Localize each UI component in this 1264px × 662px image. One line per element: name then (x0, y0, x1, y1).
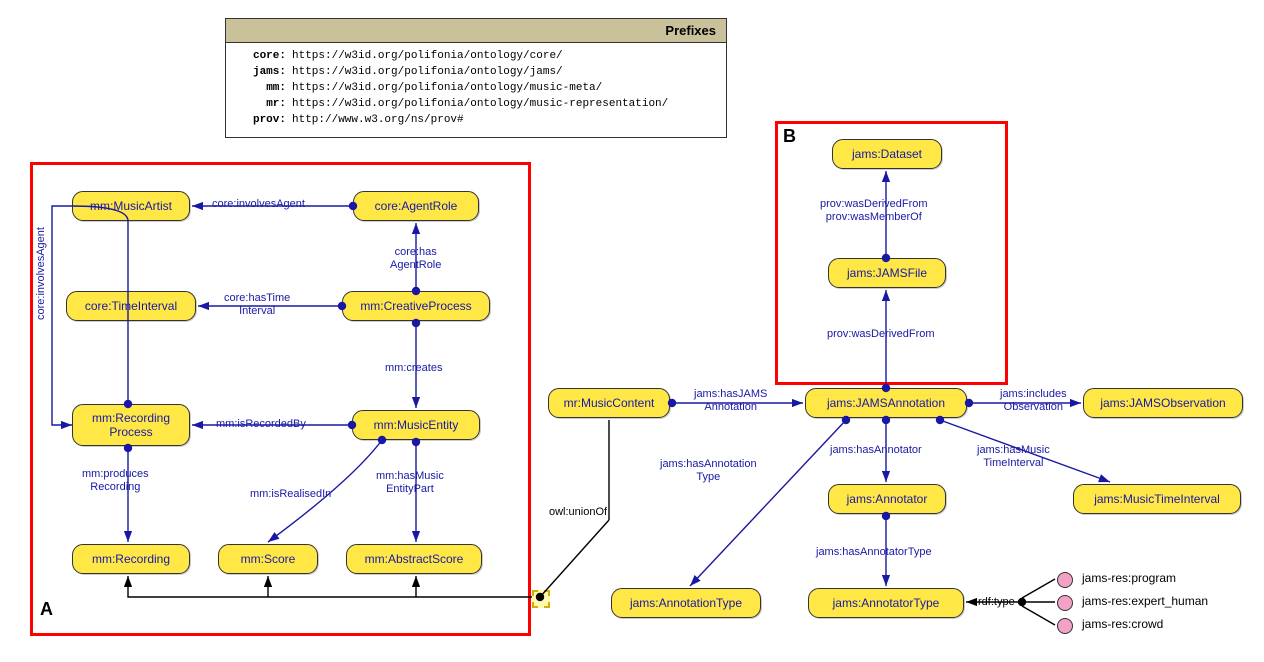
edge-has-annotator-type: jams:hasAnnotatorType (816, 546, 932, 559)
node-score: mm:Score (218, 544, 318, 574)
node-abstract-score: mm:AbstractScore (346, 544, 482, 574)
prefix-box: Prefixes core:https://w3id.org/polifonia… (225, 18, 727, 138)
region-a-label: A (40, 599, 53, 620)
prefix-url: https://w3id.org/polifonia/ontology/musi… (292, 82, 602, 94)
prefix-url: https://w3id.org/polifonia/ontology/core… (292, 50, 563, 62)
edge-has-annotator: jams:hasAnnotator (830, 444, 922, 457)
node-recording-process: mm:Recording Process (72, 404, 190, 446)
node-jams-annotation: jams:JAMSAnnotation (805, 388, 967, 418)
prefix-url: https://w3id.org/polifonia/ontology/musi… (292, 98, 668, 110)
prefix-row: mm:https://w3id.org/polifonia/ontology/m… (236, 81, 716, 97)
prefix-key: jams: (236, 65, 292, 81)
prefix-row: prov:http://www.w3.org/ns/prov# (236, 113, 716, 129)
edge-has-jams-annotation: jams:hasJAMS Annotation (694, 388, 767, 413)
prefix-key: mm: (236, 81, 292, 97)
node-recording: mm:Recording (72, 544, 190, 574)
individual-dot (1057, 595, 1073, 611)
edge-has-annotation-type: jams:hasAnnotation Type (660, 458, 757, 483)
node-annotator: jams:Annotator (828, 484, 946, 514)
node-jams-observation: jams:JAMSObservation (1083, 388, 1243, 418)
prefix-header: Prefixes (226, 19, 726, 43)
prefix-row: core:https://w3id.org/polifonia/ontology… (236, 49, 716, 65)
prefix-body: core:https://w3id.org/polifonia/ontology… (226, 43, 726, 137)
node-music-artist: mm:MusicArtist (72, 191, 190, 221)
prefix-row: mr:https://w3id.org/polifonia/ontology/m… (236, 97, 716, 113)
union-box (532, 590, 550, 608)
individual-label-program: jams-res:program (1082, 571, 1176, 585)
prefix-key: core: (236, 49, 292, 65)
prefix-row: jams:https://w3id.org/polifonia/ontology… (236, 65, 716, 81)
individual-dot (1057, 572, 1073, 588)
prefix-url: https://w3id.org/polifonia/ontology/jams… (292, 66, 563, 78)
individual-dot (1057, 618, 1073, 634)
node-music-content: mr:MusicContent (548, 388, 670, 418)
prefix-url: http://www.w3.org/ns/prov# (292, 114, 464, 126)
region-b-label: B (783, 126, 796, 147)
node-annotation-type: jams:AnnotationType (611, 588, 761, 618)
node-jams-file: jams:JAMSFile (828, 258, 946, 288)
node-annotator-type: jams:AnnotatorType (808, 588, 964, 618)
node-music-entity: mm:MusicEntity (352, 410, 480, 440)
edge-has-music-time-interval: jams:hasMusic TimeInterval (977, 444, 1050, 469)
node-agent-role: core:AgentRole (353, 191, 479, 221)
node-creative-process: mm:CreativeProcess (342, 291, 490, 321)
individual-label-crowd: jams-res:crowd (1082, 617, 1163, 631)
edge-union-of: owl:unionOf (549, 506, 607, 519)
prefix-key: mr: (236, 97, 292, 113)
node-music-time-interval: jams:MusicTimeInterval (1073, 484, 1241, 514)
prefix-key: prov: (236, 113, 292, 129)
edge-rdf-type: rdf:type (978, 596, 1015, 609)
individual-label-expert: jams-res:expert_human (1082, 594, 1208, 608)
node-dataset: jams:Dataset (832, 139, 942, 169)
node-time-interval: core:TimeInterval (66, 291, 196, 321)
edge-includes-observation: jams:includes Observation (1000, 388, 1067, 413)
